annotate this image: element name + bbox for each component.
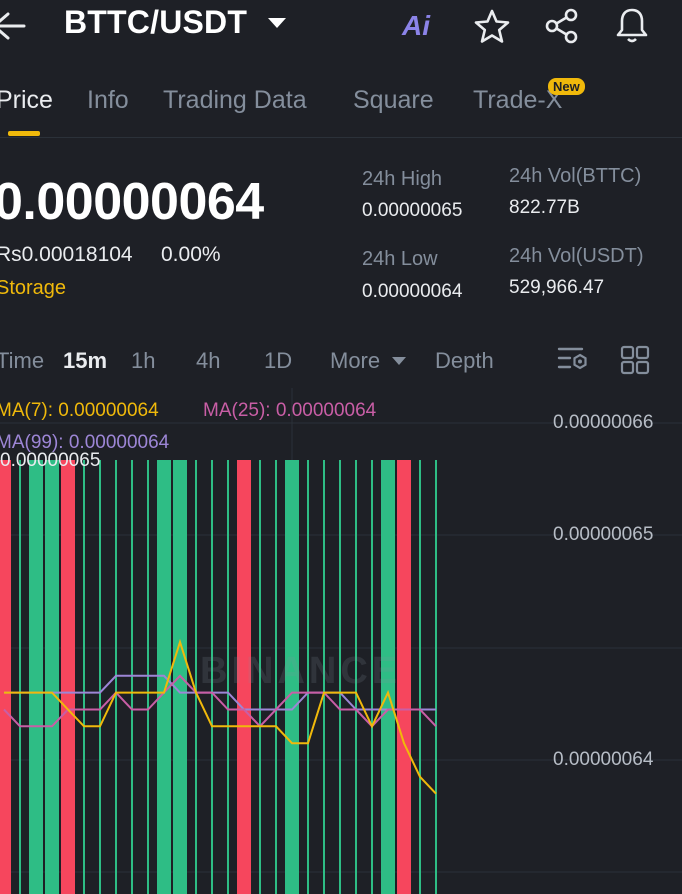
candlestick-chart[interactable] (0, 388, 682, 894)
chart-settings-icon[interactable] (556, 344, 590, 374)
ma7-legend: MA(7): 0.00000064 (0, 400, 159, 421)
fiat-price: Rs0.00018104 (0, 243, 133, 266)
change-percent: 0.00% (161, 243, 221, 266)
tabs-divider (0, 137, 682, 138)
price-axis-label: 0.00000066 (553, 412, 654, 433)
tab-trading-data[interactable]: Trading Data (163, 86, 307, 115)
pair-title[interactable]: BTTC/USDT (64, 4, 247, 41)
interval-4h[interactable]: 4h (196, 348, 220, 374)
candle-body (29, 460, 43, 894)
interval-more[interactable]: More (330, 348, 380, 374)
vol-base-label: 24h Vol(BTTC) (509, 165, 642, 187)
interval-1h[interactable]: 1h (131, 348, 155, 374)
active-tab-indicator (8, 131, 40, 136)
interval-time[interactable]: Time (0, 348, 44, 374)
high-24h-label: 24h High (362, 168, 443, 190)
interval-depth[interactable]: Depth (435, 348, 494, 374)
low-24h-label: 24h Low (362, 248, 438, 270)
ma25-legend: MA(25): 0.00000064 (203, 400, 377, 421)
low-24h-value: 0.00000064 (362, 281, 463, 302)
vol-quote-label: 24h Vol(USDT) (509, 245, 644, 267)
star-icon[interactable] (474, 9, 510, 43)
caret-down-icon[interactable] (392, 357, 406, 365)
caret-down-icon[interactable] (268, 18, 286, 28)
ai-icon[interactable]: Ai (402, 10, 430, 42)
interval-1d[interactable]: 1D (264, 348, 292, 374)
last-price: 0.00000064 (0, 173, 264, 231)
interval-15m[interactable]: 15m (63, 348, 107, 374)
bell-icon[interactable] (613, 6, 651, 44)
vol-quote-value: 529,966.47 (509, 277, 605, 298)
share-icon[interactable] (544, 8, 580, 44)
candle-body (61, 460, 75, 894)
tab-square[interactable]: Square (353, 86, 434, 115)
tab-info[interactable]: Info (87, 86, 129, 115)
watermark: BINANCE (200, 650, 402, 692)
high-marker-label: 0.00000065 (0, 450, 101, 471)
layout-grid-icon[interactable] (620, 345, 650, 375)
high-24h-value: 0.00000065 (362, 200, 463, 221)
vol-base-value: 822.77B (509, 197, 580, 218)
price-axis-label: 0.00000065 (553, 524, 654, 545)
category-tag[interactable]: Storage (0, 277, 66, 300)
candle-body (45, 460, 59, 894)
price-axis-label: 0.00000064 (553, 749, 654, 770)
candle-body (0, 460, 11, 894)
back-arrow-icon[interactable] (0, 8, 26, 44)
tab-price[interactable]: Price (0, 86, 53, 115)
new-badge: New (548, 78, 585, 95)
